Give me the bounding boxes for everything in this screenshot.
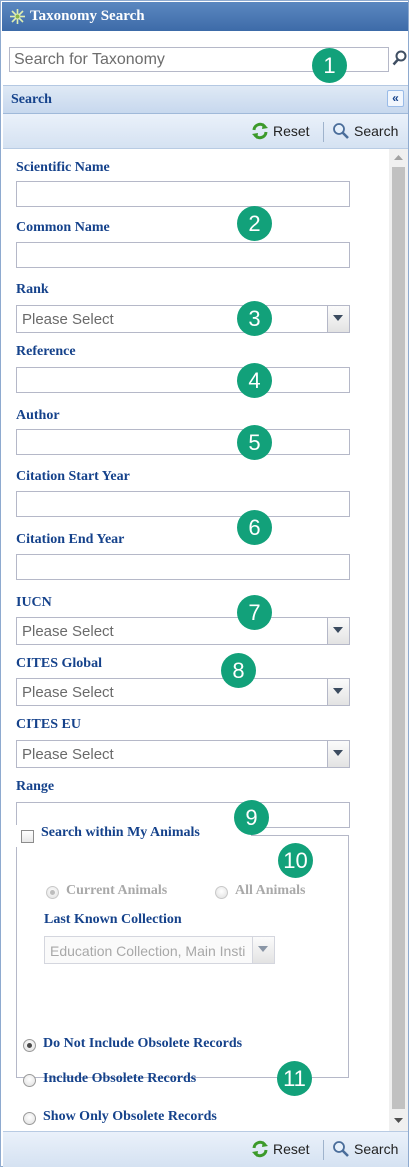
cites-global-value: Please Select	[22, 684, 114, 701]
rank-value: Please Select	[22, 311, 114, 328]
all-animals-radio[interactable]	[215, 886, 228, 899]
reset-button-bottom[interactable]: Reset	[251, 1140, 321, 1160]
collection-dropdown-trigger[interactable]	[252, 937, 274, 963]
bottom-toolbar: Reset Search	[3, 1131, 408, 1167]
toolbar-separator	[323, 1140, 324, 1160]
chevron-down-icon	[258, 946, 268, 952]
reference-input[interactable]	[16, 367, 350, 393]
search-icon[interactable]	[391, 48, 408, 70]
cites-eu-value: Please Select	[22, 746, 114, 763]
current-animals-label: Current Animals	[66, 883, 168, 898]
citation-end-year-label: Citation End Year	[16, 532, 125, 547]
rank-label: Rank	[16, 282, 49, 297]
citation-start-year-label: Citation Start Year	[16, 469, 130, 484]
search-button-bottom[interactable]: Search	[332, 1140, 406, 1160]
reset-icon	[252, 122, 268, 140]
callout-8: 8	[221, 653, 256, 688]
common-name-label: Common Name	[16, 220, 110, 235]
reset-button[interactable]: Reset	[251, 122, 321, 142]
cites-eu-select[interactable]: Please Select	[16, 740, 350, 768]
taxonomy-search-bar	[3, 40, 408, 78]
search-within-my-animals-label[interactable]: Search within My Animals	[41, 825, 202, 841]
do-not-include-obsolete-label: Do Not Include Obsolete Records	[43, 1036, 243, 1051]
rank-select[interactable]: Please Select	[16, 305, 350, 333]
magnifier-icon	[333, 1141, 349, 1157]
callout-2: 2	[237, 206, 272, 241]
chevron-down-icon	[333, 627, 343, 633]
search-form: Scientific Name Common Name Rank Please …	[3, 149, 389, 1129]
cites-global-label: CITES Global	[16, 656, 102, 671]
search-label: Search	[354, 123, 399, 139]
scientific-name-input[interactable]	[16, 181, 350, 207]
callout-1: 1	[312, 48, 347, 83]
last-known-collection-value: Education Collection, Main Insti	[50, 943, 246, 959]
author-input[interactable]	[16, 429, 350, 455]
reset-icon	[252, 1140, 268, 1158]
callout-5: 5	[237, 425, 272, 460]
reset-label: Reset	[273, 1141, 310, 1157]
all-animals-label: All Animals	[235, 883, 306, 898]
scientific-name-label: Scientific Name	[16, 160, 110, 175]
show-only-obsolete-label: Show Only Obsolete Records	[43, 1109, 217, 1124]
search-button[interactable]: Search	[332, 122, 406, 142]
current-animals-radio[interactable]	[46, 886, 59, 899]
callout-4: 4	[237, 363, 272, 398]
search-panel-header: Search «	[3, 85, 408, 114]
cites-global-select[interactable]: Please Select	[16, 678, 350, 706]
show-only-obsolete-radio[interactable]	[23, 1112, 36, 1125]
search-label: Search	[354, 1141, 399, 1157]
iucn-select[interactable]: Please Select	[16, 617, 350, 645]
last-known-collection-label: Last Known Collection	[44, 912, 182, 927]
common-name-input[interactable]	[16, 242, 350, 268]
citation-end-year-input[interactable]	[16, 554, 350, 580]
citation-start-year-input[interactable]	[16, 491, 350, 517]
include-obsolete-radio[interactable]	[23, 1074, 36, 1087]
callout-7: 7	[237, 595, 272, 630]
callout-3: 3	[237, 301, 272, 336]
panel-title: Search	[11, 92, 52, 107]
cites-eu-label: CITES EU	[16, 717, 81, 732]
callout-10: 10	[278, 843, 313, 878]
collapse-panel-button[interactable]: «	[387, 90, 404, 107]
window-titlebar: Taxonomy Search	[2, 2, 408, 31]
scroll-up-icon[interactable]	[393, 152, 404, 163]
range-label: Range	[16, 779, 55, 794]
author-label: Author	[16, 408, 60, 423]
callout-11: 11	[277, 1061, 312, 1096]
scroll-thumb[interactable]	[392, 167, 405, 1109]
do-not-include-obsolete-radio[interactable]	[23, 1039, 36, 1052]
reference-label: Reference	[16, 344, 76, 359]
taxonomy-tree-icon	[10, 9, 25, 24]
form-scrollbar[interactable]	[389, 149, 408, 1131]
top-toolbar: Reset Search	[3, 114, 408, 149]
reset-label: Reset	[273, 123, 310, 139]
scroll-down-icon[interactable]	[393, 1115, 404, 1126]
search-within-my-animals-checkbox[interactable]	[21, 830, 34, 843]
chevron-down-icon	[333, 688, 343, 694]
chevron-down-icon	[333, 750, 343, 756]
cites-global-dropdown-trigger[interactable]	[327, 679, 349, 705]
iucn-value: Please Select	[22, 623, 114, 640]
magnifier-icon	[333, 123, 349, 139]
chevron-down-icon	[333, 315, 343, 321]
rank-dropdown-trigger[interactable]	[327, 306, 349, 332]
window-title: Taxonomy Search	[30, 8, 145, 24]
iucn-dropdown-trigger[interactable]	[327, 618, 349, 644]
callout-9: 9	[234, 800, 269, 835]
include-obsolete-label: Include Obsolete Records	[43, 1071, 197, 1086]
toolbar-separator	[323, 122, 324, 142]
taxonomy-search-window: Taxonomy Search Search « Reset	[0, 0, 409, 1167]
last-known-collection-select[interactable]: Education Collection, Main Insti	[44, 936, 275, 964]
cites-eu-dropdown-trigger[interactable]	[327, 741, 349, 767]
callout-6: 6	[237, 510, 272, 545]
iucn-label: IUCN	[16, 595, 52, 610]
